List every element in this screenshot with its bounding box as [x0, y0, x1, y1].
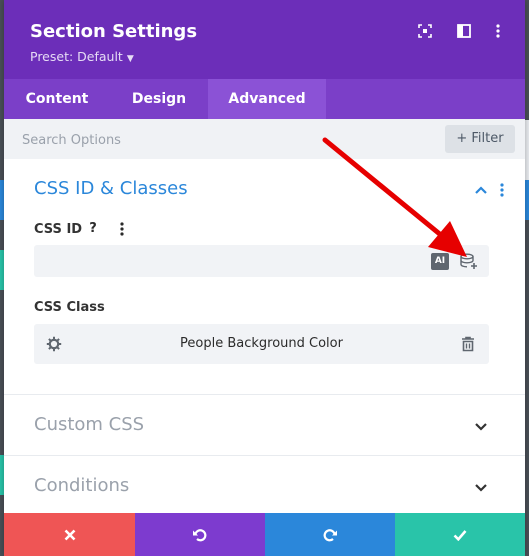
css-id-field[interactable]	[34, 245, 489, 277]
more-vertical-icon[interactable]	[489, 24, 507, 42]
section-title-css-id-classes[interactable]: CSS ID & Classes	[34, 178, 188, 199]
caret-down-icon: ▼	[126, 54, 134, 64]
chevron-down-icon[interactable]	[473, 418, 489, 434]
close-icon	[64, 529, 75, 540]
check-icon	[453, 529, 467, 541]
section-divider	[4, 394, 525, 395]
css-class-label: CSS Class	[34, 300, 105, 315]
css-class-value: People Background Color	[180, 336, 343, 351]
section-settings-modal: Section Settings Preset: Default ▼ Conten…	[4, 0, 525, 556]
ai-badge[interactable]: AI	[431, 253, 449, 270]
undo-icon	[193, 528, 207, 541]
tab-content[interactable]: Content	[4, 79, 110, 119]
more-vertical-icon[interactable]	[117, 222, 127, 240]
more-vertical-icon[interactable]	[499, 182, 515, 198]
chevron-up-icon[interactable]	[473, 182, 489, 198]
background-strip-right-light	[525, 120, 529, 180]
css-class-preset-field[interactable]: People Background Color	[34, 324, 489, 364]
css-id-label: CSS ID	[34, 222, 83, 237]
section-title-custom-css[interactable]: Custom CSS	[34, 414, 144, 435]
section-title-conditions[interactable]: Conditions	[34, 475, 129, 496]
modal-header: Section Settings Preset: Default ▼	[4, 0, 525, 79]
tab-advanced[interactable]: Advanced	[208, 79, 326, 119]
search-row: + Filter	[4, 119, 525, 159]
background-strip-right-blue	[525, 180, 529, 220]
help-icon[interactable]: ?	[86, 221, 100, 236]
undo-button[interactable]	[135, 513, 265, 556]
trash-icon[interactable]	[461, 336, 475, 352]
save-button[interactable]	[395, 513, 525, 556]
search-options-input[interactable]	[20, 125, 424, 155]
fullscreen-icon[interactable]	[416, 24, 434, 42]
filter-button[interactable]: + Filter	[445, 125, 515, 153]
preset-label: Preset: Default	[30, 49, 123, 64]
discard-button[interactable]	[4, 513, 135, 556]
dynamic-content-icon[interactable]	[459, 253, 479, 271]
preset-selector[interactable]: Preset: Default ▼	[30, 49, 134, 64]
redo-icon	[323, 528, 337, 541]
tab-bar: Content Design Advanced	[4, 79, 525, 119]
modal-title: Section Settings	[30, 21, 198, 42]
sidebar-layout-icon[interactable]	[455, 24, 473, 42]
tab-design[interactable]: Design	[110, 79, 208, 119]
redo-button[interactable]	[265, 513, 395, 556]
section-divider	[4, 455, 525, 456]
chevron-down-icon[interactable]	[473, 479, 489, 495]
